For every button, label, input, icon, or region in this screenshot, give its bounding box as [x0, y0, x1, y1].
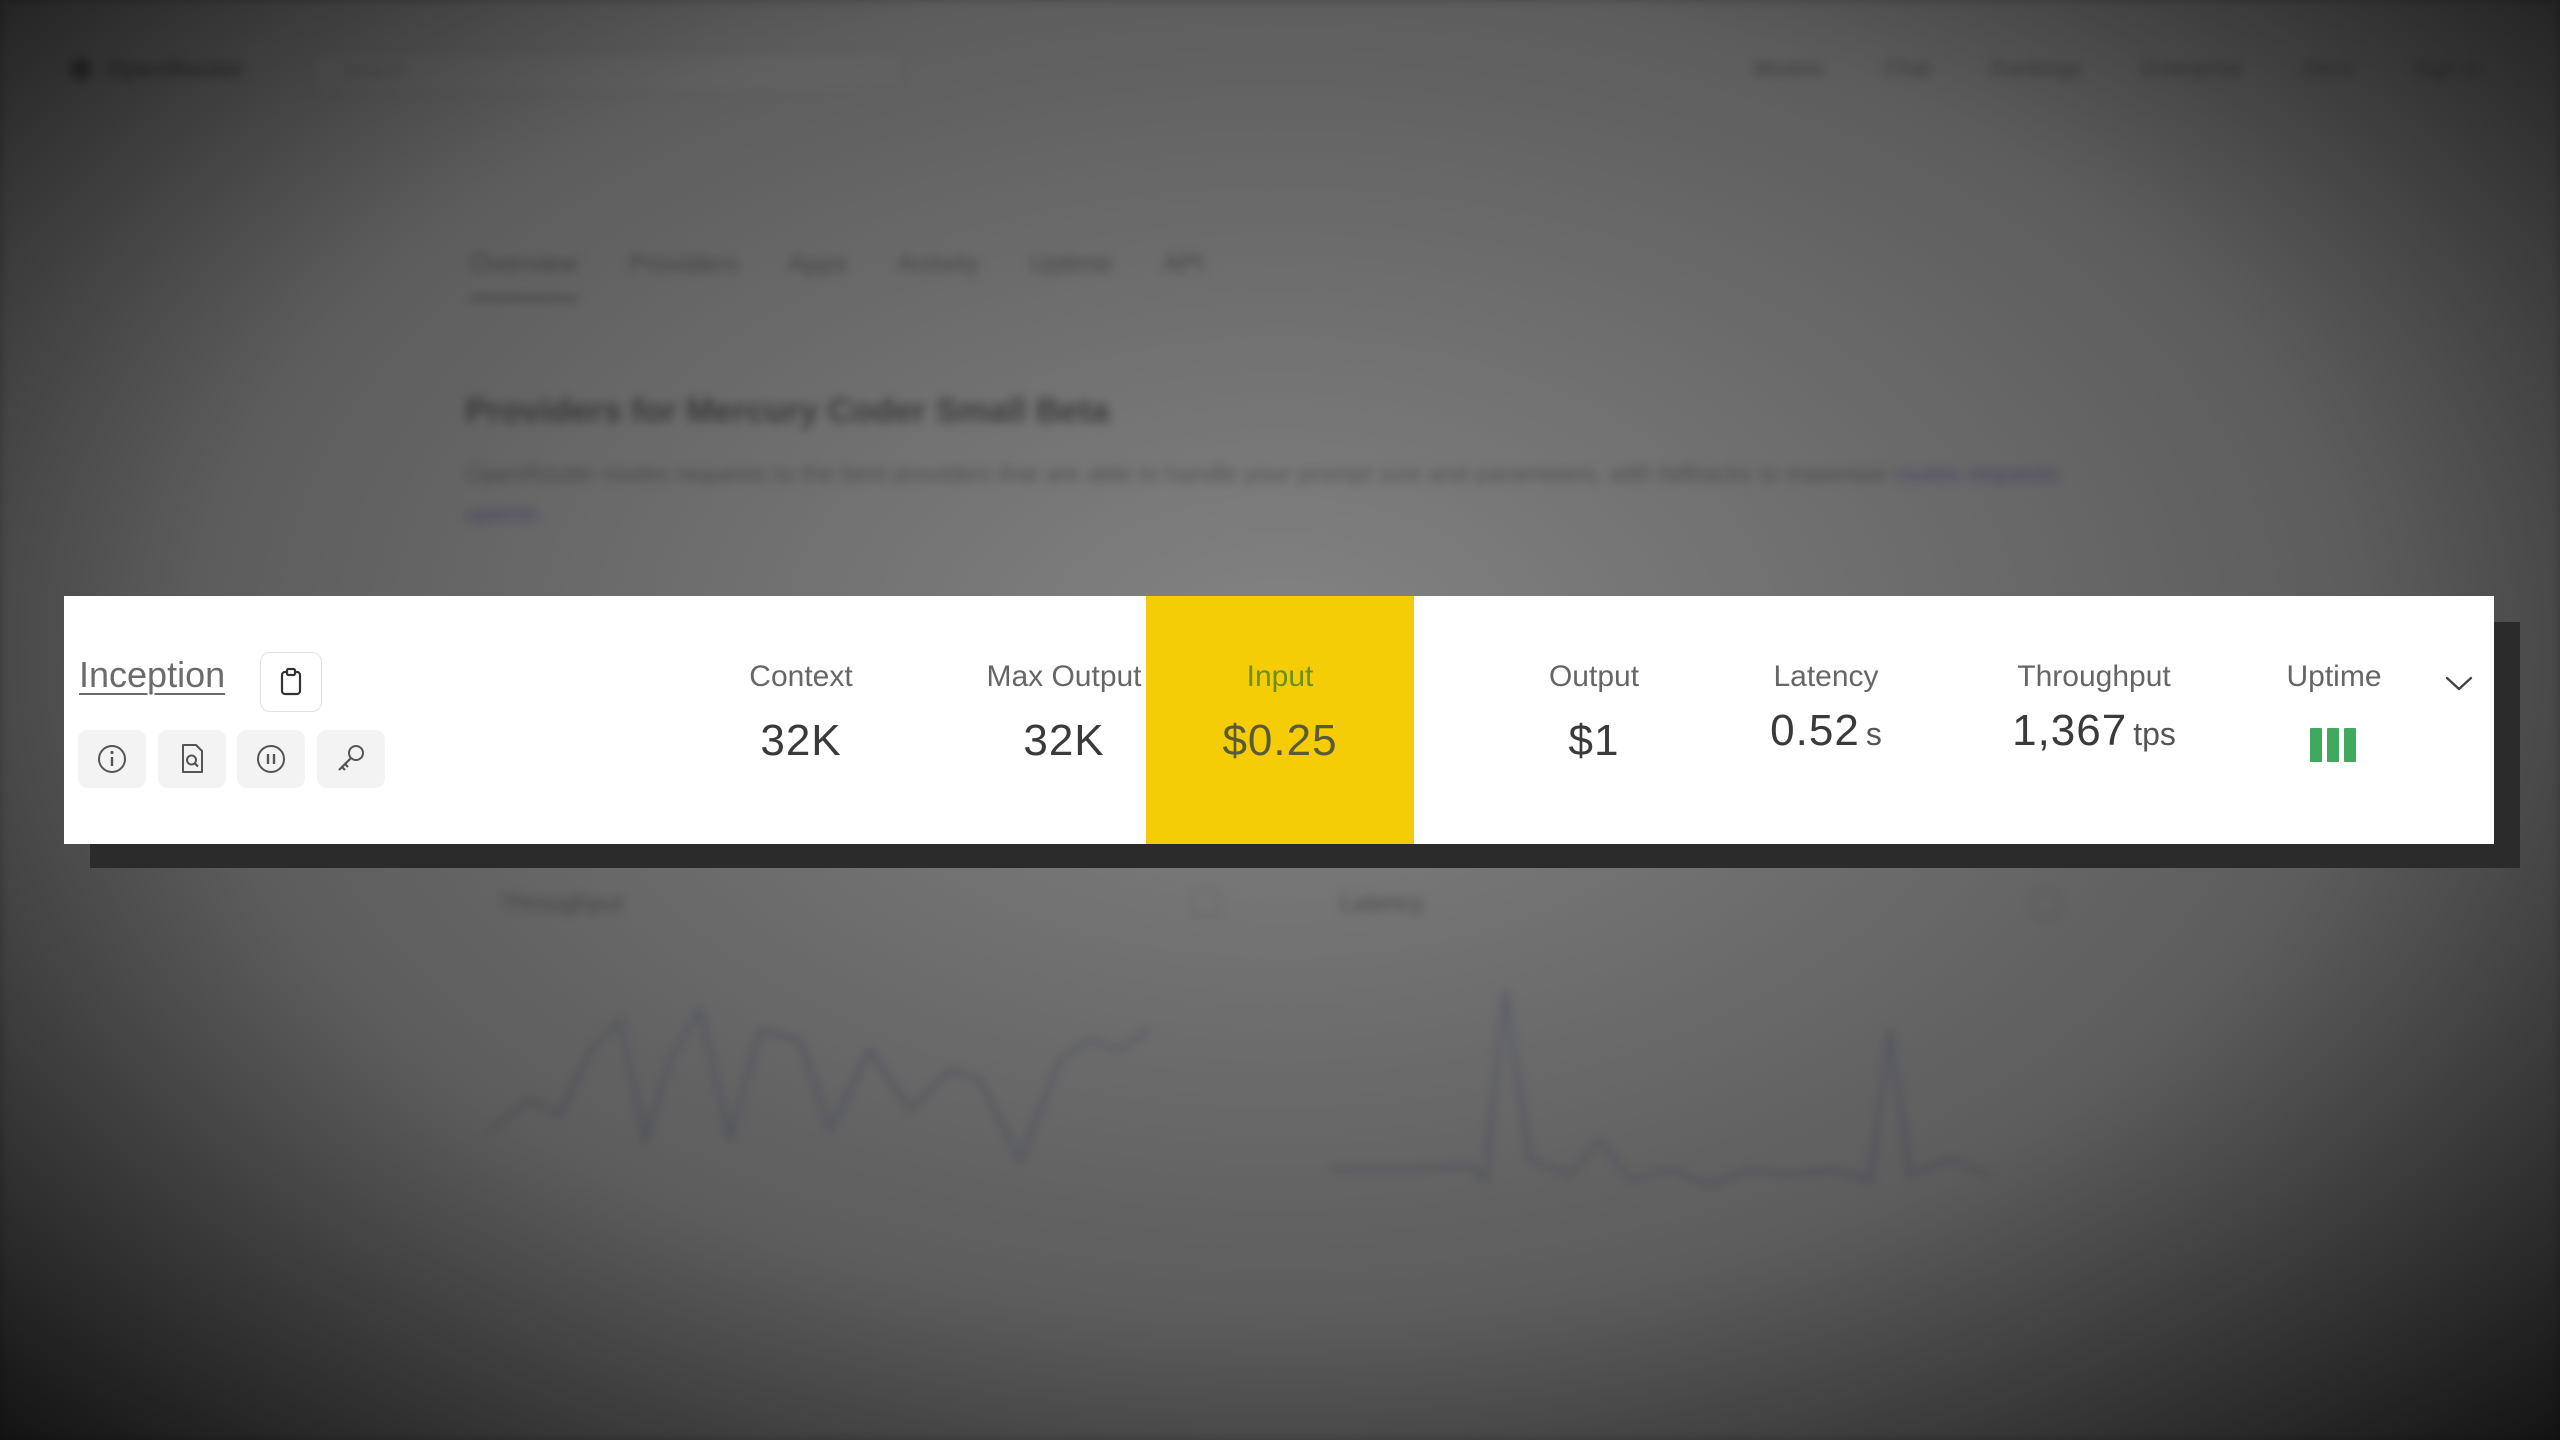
- nav-link-docs[interactable]: Docs: [2303, 56, 2353, 82]
- metric-label: Context: [749, 660, 853, 693]
- tab-api[interactable]: API: [1162, 248, 1204, 300]
- model-tabs: Overview Providers Apps Activity Uptime …: [470, 248, 1204, 300]
- page-heading: Providers for Mercury Coder Small Beta: [465, 392, 1110, 430]
- tab-activity[interactable]: Activity: [897, 248, 979, 300]
- latency-value: 0.52: [1770, 706, 1860, 755]
- page-description: OpenRouter routes requests to the best p…: [465, 455, 2065, 535]
- uptime-bars: [2310, 728, 2356, 762]
- nav-link-rankings[interactable]: Rankings: [1991, 56, 2083, 82]
- chart-menu-icon[interactable]: [2032, 890, 2060, 918]
- nav-link-enterprise[interactable]: Enterprise: [2142, 56, 2242, 82]
- logo-icon: [70, 58, 92, 80]
- throughput-chart: [488, 1004, 1152, 1165]
- metric-value: $0.25: [1222, 716, 1338, 765]
- provider-name-link[interactable]: Inception: [79, 654, 225, 696]
- nav-link-chat[interactable]: Chat: [1884, 56, 1930, 82]
- metric-value: 32K: [760, 716, 842, 765]
- top-nav: OpenRouter Search Models Chat Rankings E…: [60, 50, 2500, 94]
- pause-button[interactable]: [237, 730, 305, 788]
- chart-title: Latency: [1340, 890, 1425, 917]
- tab-apps[interactable]: Apps: [788, 248, 847, 300]
- metric-value: $1: [1568, 716, 1620, 765]
- chevron-down-icon[interactable]: [2441, 672, 2477, 696]
- metric-label: Uptime: [2286, 660, 2382, 693]
- uptime-bar: [2344, 728, 2356, 762]
- copy-button[interactable]: [260, 652, 322, 712]
- chart-title: Throughput: [500, 890, 623, 917]
- uptime-bar: [2310, 728, 2322, 762]
- clipboard-icon: [280, 667, 302, 696]
- nav-links: Models Chat Rankings Enterprise Docs Sig…: [1753, 56, 2480, 82]
- document-search-icon: [182, 744, 203, 773]
- search-input[interactable]: Search: [310, 50, 904, 94]
- metric-uptime[interactable]: Uptime: [2184, 596, 2484, 844]
- metric-context: Context 32K: [694, 596, 908, 844]
- provider-row-card: Inception Context 32K Max Output 32K Inp…: [64, 596, 2494, 844]
- nav-link-models[interactable]: Models: [1753, 56, 1824, 82]
- info-button[interactable]: [78, 730, 146, 788]
- pause-icon: [257, 745, 285, 773]
- api-key-button[interactable]: [317, 730, 385, 788]
- metric-output-price: Output $1: [1464, 596, 1724, 844]
- metric-input-price: Input $0.25: [1146, 596, 1414, 844]
- info-icon: [98, 745, 126, 773]
- chart-menu-icon[interactable]: [1192, 890, 1220, 918]
- tab-providers[interactable]: Providers: [628, 248, 738, 300]
- metric-label: Latency: [1773, 660, 1879, 693]
- metric-value: 0.52 s: [1696, 706, 1956, 756]
- model-page-button[interactable]: [158, 730, 226, 788]
- description-text: OpenRouter routes requests to the best p…: [465, 461, 1888, 488]
- latency-chart-card: Latency: [1310, 870, 2090, 1250]
- key-icon: [338, 745, 364, 771]
- throughput-unit: tps: [2133, 716, 2176, 752]
- latency-unit: s: [1865, 716, 1882, 752]
- description-link-uptime[interactable]: uptime.: [465, 501, 544, 528]
- latency-chart: [1330, 989, 1991, 1188]
- metric-label: Input: [1246, 660, 1314, 693]
- tab-overview[interactable]: Overview: [470, 248, 579, 300]
- metric-label: Output: [1548, 660, 1640, 693]
- nav-link-sign-in[interactable]: Sign in: [2413, 56, 2480, 82]
- logo[interactable]: OpenRouter: [106, 56, 245, 84]
- tab-uptime[interactable]: Uptime: [1030, 248, 1112, 300]
- throughput-value: 1,367: [2012, 706, 2128, 755]
- uptime-bar: [2327, 728, 2339, 762]
- throughput-chart-card: Throughput: [470, 870, 1250, 1250]
- description-link[interactable]: routes requests: [1894, 461, 2059, 488]
- metric-latency: Latency 0.52 s: [1696, 596, 1956, 844]
- search-placeholder: Search: [342, 60, 406, 82]
